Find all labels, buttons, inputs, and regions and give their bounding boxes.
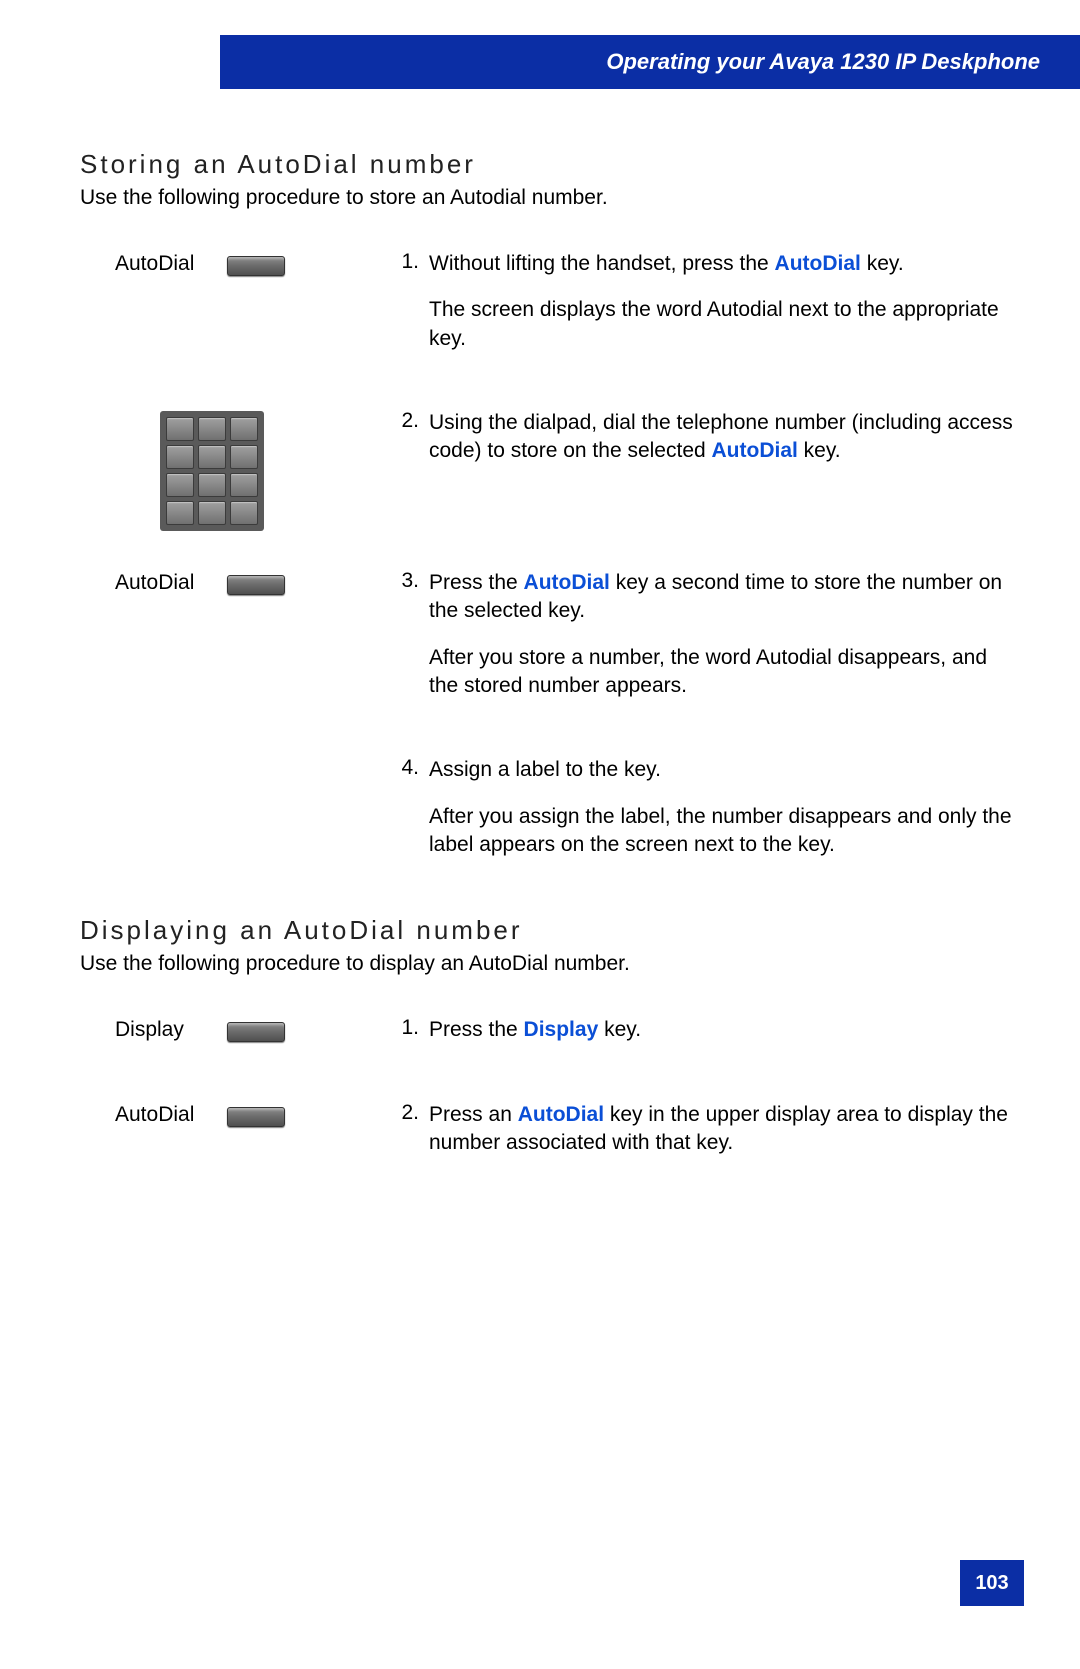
key-label-autodial: AutoDial — [115, 1103, 205, 1127]
step-left — [80, 409, 385, 531]
key-label-autodial: AutoDial — [115, 252, 205, 276]
step-row: 4. Assign a label to the key. After you … — [80, 756, 1020, 877]
step-number: 1. — [385, 250, 429, 274]
step-left: AutoDial — [80, 250, 385, 276]
section2-heading: Displaying an AutoDial number — [80, 915, 1020, 946]
step-text: Assign a label to the key. After you ass… — [429, 756, 1020, 877]
step-row: Display 1. Press the Display key. — [80, 1016, 1020, 1062]
step-left: Display — [80, 1016, 385, 1042]
step-row: AutoDial 2. Press an AutoDial key in the… — [80, 1101, 1020, 1176]
keyword-autodial: AutoDial — [712, 439, 798, 462]
step-number: 1. — [385, 1016, 429, 1040]
keyword-autodial: AutoDial — [775, 252, 861, 275]
step-number: 4. — [385, 756, 429, 780]
step-row: AutoDial 3. Press the AutoDial key a sec… — [80, 569, 1020, 718]
step-left — [80, 756, 385, 758]
step-text: Press an AutoDial key in the upper displ… — [429, 1101, 1020, 1176]
keyword-display: Display — [524, 1018, 599, 1041]
text: After you store a number, the word Autod… — [429, 644, 1020, 701]
page-number-text: 103 — [975, 1572, 1008, 1594]
text: After you assign the label, the number d… — [429, 803, 1020, 860]
section1-intro: Use the following procedure to store an … — [80, 186, 1020, 210]
step-row: AutoDial 1. Without lifting the handset,… — [80, 250, 1020, 371]
text: Without lifting the handset, press the — [429, 252, 775, 275]
step-number: 2. — [385, 1101, 429, 1125]
step-row: 2. Using the dialpad, dial the telephone… — [80, 409, 1020, 531]
text: key. — [598, 1018, 641, 1041]
header-bar: Operating your Avaya 1230 IP Deskphone — [220, 35, 1080, 89]
section2-intro: Use the following procedure to display a… — [80, 952, 1020, 976]
text: The screen displays the word Autodial ne… — [429, 296, 1020, 353]
step-text: Press the Display key. — [429, 1016, 1020, 1062]
step-left: AutoDial — [80, 1101, 385, 1127]
softkey-icon — [227, 1107, 285, 1127]
softkey-icon — [227, 256, 285, 276]
step-number: 2. — [385, 409, 429, 433]
softkey-icon — [227, 575, 285, 595]
step-text: Using the dialpad, dial the telephone nu… — [429, 409, 1020, 484]
step-text: Without lifting the handset, press the A… — [429, 250, 1020, 371]
step-text: Press the AutoDial key a second time to … — [429, 569, 1020, 718]
key-label-display: Display — [115, 1018, 205, 1042]
text: key. — [798, 439, 841, 462]
key-label-autodial: AutoDial — [115, 571, 205, 595]
header-title: Operating your Avaya 1230 IP Deskphone — [606, 49, 1040, 74]
text: Press an — [429, 1103, 518, 1126]
page-number: 103 — [960, 1560, 1024, 1606]
keyword-autodial: AutoDial — [524, 571, 610, 594]
text: Assign a label to the key. — [429, 756, 1020, 784]
keyword-autodial: AutoDial — [518, 1103, 604, 1126]
page-content: Storing an AutoDial number Use the follo… — [0, 89, 1080, 1175]
text: key. — [861, 252, 904, 275]
softkey-icon — [227, 1022, 285, 1042]
text: Press the — [429, 1018, 524, 1041]
text: Press the — [429, 571, 524, 594]
dialpad-icon — [160, 411, 264, 531]
step-left: AutoDial — [80, 569, 385, 595]
step-number: 3. — [385, 569, 429, 593]
section1-heading: Storing an AutoDial number — [80, 149, 1020, 180]
